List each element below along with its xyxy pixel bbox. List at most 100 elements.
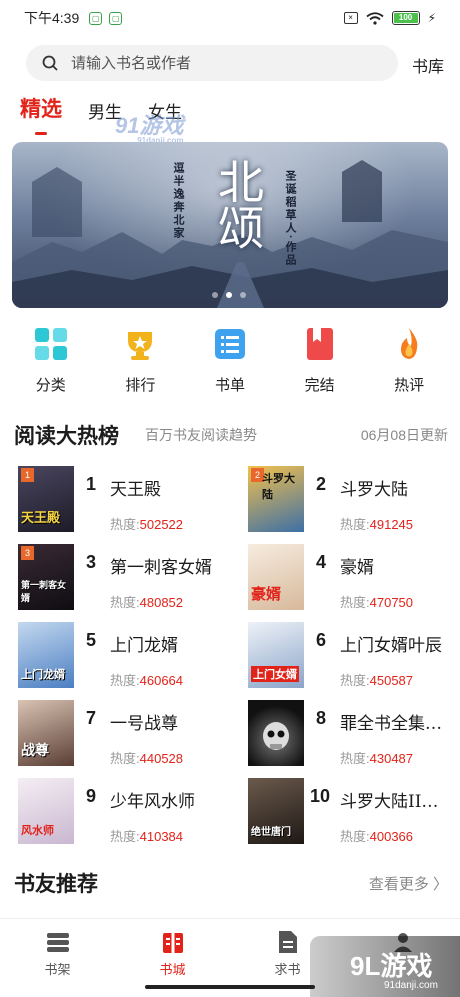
charging-icon: ⚡ xyxy=(427,11,436,25)
status-bar: 下午4:39 ▢ ▢ × 100 ⚡ xyxy=(0,0,460,36)
request-book-icon xyxy=(275,929,301,955)
book-heat: 热度:502522 xyxy=(110,517,184,532)
book-cover: 战尊 xyxy=(18,700,74,766)
search-input[interactable] xyxy=(71,54,351,72)
book-cover xyxy=(248,700,304,766)
ranking-item[interactable]: 3 第一刺客女婿 3 第一刺客女婿 热度:480852 xyxy=(18,544,238,612)
ranking-item[interactable]: 战尊 7 一号战尊 热度:440528 xyxy=(18,700,238,768)
ranking-item[interactable]: 风水师 9 少年风水师 热度:410384 xyxy=(18,778,238,846)
category-label: 分类 xyxy=(35,377,66,394)
category-label: 书单 xyxy=(214,377,245,394)
book-cover: 上门女婿 xyxy=(248,622,304,688)
home-indicator[interactable] xyxy=(145,985,315,989)
rank-number: 5 xyxy=(86,630,97,650)
rank-number: 2 xyxy=(316,474,327,494)
bookshelf-icon xyxy=(45,929,71,955)
book-title: 斗罗大陆II… xyxy=(340,792,439,812)
search-icon xyxy=(42,55,58,71)
category-hot-comments[interactable]: 热评 xyxy=(369,326,449,395)
book-title: 豪婿 xyxy=(340,558,374,578)
category-label: 热评 xyxy=(394,377,425,394)
book-heat: 热度:470750 xyxy=(340,595,414,610)
book-cover: 3 第一刺客女婿 xyxy=(18,544,74,610)
nav-label: 书架 xyxy=(44,962,71,977)
ranking-item[interactable]: 上门女婿 6 上门女婿叶辰 热度:450587 xyxy=(248,622,460,690)
category-booklist[interactable]: 书单 xyxy=(190,326,270,395)
recommend-header: 书友推荐 查看更多 〉 xyxy=(14,868,448,898)
carousel-dot xyxy=(212,292,218,298)
ranking-item[interactable]: 1 天王殿 1 天王殿 热度:502522 xyxy=(18,466,238,534)
book-heat: 热度:400366 xyxy=(340,829,414,844)
rank-number: 10 xyxy=(310,786,331,806)
ranking-item[interactable]: 豪婿 4 豪婿 热度:470750 xyxy=(248,544,460,612)
rank-number: 1 xyxy=(86,474,97,494)
book-heat: 热度:491245 xyxy=(340,517,414,532)
book-cover: 豪婿 xyxy=(248,544,304,610)
watermark-logo: 9L游戏 91danji.com xyxy=(310,936,460,997)
banner-title: 北颂 xyxy=(211,158,265,250)
flame-icon xyxy=(391,326,427,362)
book-title: 天王殿 xyxy=(110,480,161,500)
banner-subtitle-left: 逗半逸奔北家 xyxy=(172,162,184,240)
book-heat: 热度:480852 xyxy=(110,595,184,610)
book-cover: 绝世唐门 xyxy=(248,778,304,844)
category-classify[interactable]: 分类 xyxy=(11,326,91,395)
trophy-icon xyxy=(122,326,158,362)
book-title: 少年风水师 xyxy=(110,792,195,812)
search-bar[interactable] xyxy=(26,45,398,81)
book-title: 上门龙婿 xyxy=(110,636,178,656)
category-completed[interactable]: 完结 xyxy=(280,326,360,395)
book-title: 斗罗大陆 xyxy=(340,480,408,500)
bookmark-book-icon xyxy=(302,326,338,362)
book-cover: 2 斗罗大陆 xyxy=(248,466,304,532)
ranking-title: 阅读大热榜 xyxy=(14,423,119,448)
library-link[interactable]: 书库 xyxy=(412,53,444,77)
ranking-item[interactable]: 绝世唐门 10 斗罗大陆II… 热度:400366 xyxy=(248,778,460,846)
book-heat: 热度:440528 xyxy=(110,751,184,766)
tab-featured[interactable]: 精选 xyxy=(20,93,62,123)
rank-number: 3 xyxy=(86,552,97,572)
book-heat: 热度:460664 xyxy=(110,673,184,688)
carousel-dot xyxy=(226,292,232,298)
carousel-dot xyxy=(240,292,246,298)
battery-icon: 100 xyxy=(391,11,420,25)
book-title: 一号战尊 xyxy=(110,714,178,734)
carousel-indicator xyxy=(212,292,246,298)
ranking-item[interactable]: 2 斗罗大陆 2 斗罗大陆 热度:491245 xyxy=(248,466,460,534)
book-cover: 风水师 xyxy=(18,778,74,844)
sim-off-icon: × xyxy=(343,12,358,24)
rank-number: 8 xyxy=(316,708,327,728)
wifi-icon xyxy=(365,11,384,25)
skull-illustration xyxy=(263,722,289,750)
grid-icon xyxy=(33,326,69,362)
nav-label: 书城 xyxy=(159,962,186,977)
category-ranking[interactable]: 排行 xyxy=(100,326,180,395)
category-label: 排行 xyxy=(125,377,156,394)
ranking-subtitle: 百万书友阅读趋势 xyxy=(145,427,257,443)
rank-number: 9 xyxy=(86,786,97,806)
book-title: 第一刺客女婿 xyxy=(110,558,212,578)
bookstore-icon xyxy=(160,929,186,955)
ranking-item[interactable]: 上门龙婿 5 上门龙婿 热度:460664 xyxy=(18,622,238,690)
book-heat: 热度:410384 xyxy=(110,829,184,844)
book-heat: 热度:450587 xyxy=(340,673,414,688)
banner-subtitle-right: 圣诞稻草人·作品 xyxy=(284,170,296,267)
book-title: 上门女婿叶辰 xyxy=(340,636,442,656)
book-heat: 热度:430487 xyxy=(340,751,414,766)
status-time: 下午4:39 xyxy=(24,10,80,26)
rank-number: 4 xyxy=(316,552,327,572)
rank-number: 6 xyxy=(316,630,327,650)
view-more-link[interactable]: 查看更多 〉 xyxy=(369,873,448,894)
book-cover: 1 天王殿 xyxy=(18,466,74,532)
nav-bookshelf[interactable]: 书架 xyxy=(0,919,115,997)
book-title: 罪全书全集… xyxy=(340,714,442,734)
rank-number: 7 xyxy=(86,708,97,728)
ranking-header: 阅读大热榜 百万书友阅读趋势 06月08日更新 xyxy=(14,420,448,450)
book-cover: 上门龙婿 xyxy=(18,622,74,688)
category-label: 完结 xyxy=(304,377,335,394)
notification-app-icon: ▢ xyxy=(109,11,123,25)
banner-carousel[interactable]: 逗半逸奔北家 北颂 圣诞稻草人·作品 xyxy=(12,142,448,308)
list-icon xyxy=(212,326,248,362)
ranking-item[interactable]: 8 罪全书全集… 热度:430487 xyxy=(248,700,460,768)
notification-app-icon: ▢ xyxy=(89,11,103,25)
